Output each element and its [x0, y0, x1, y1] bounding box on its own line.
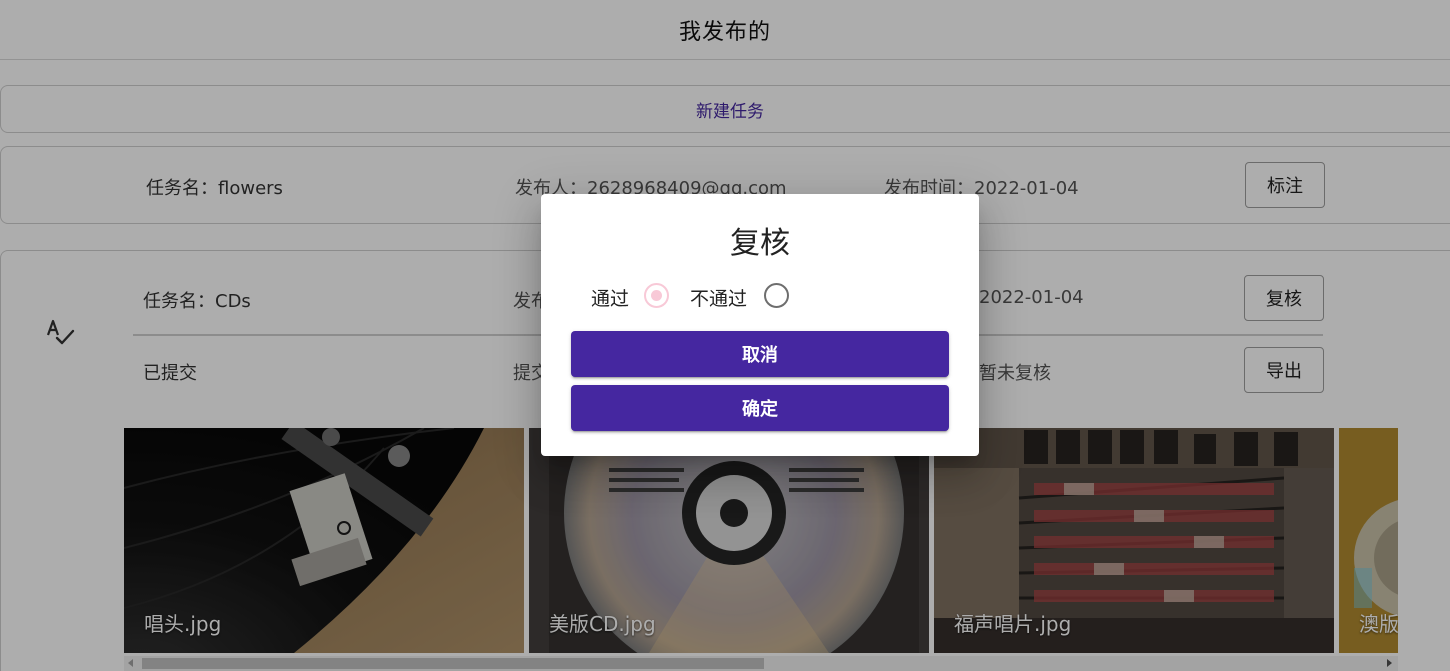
fail-radio[interactable] — [764, 283, 789, 308]
dialog-title: 复核 — [730, 226, 790, 261]
fail-label[interactable]: 不通过 — [690, 284, 747, 311]
confirm-button[interactable]: 确定 — [571, 385, 949, 431]
cancel-button[interactable]: 取消 — [571, 331, 949, 377]
app: 我发布的 新建任务 任务名：flowers 发布人：2628968409@qq.… — [0, 0, 1450, 671]
pass-radio[interactable] — [644, 283, 669, 308]
review-dialog: 复核 通过 不通过 取消 确定 — [541, 194, 979, 456]
pass-label[interactable]: 通过 — [591, 284, 629, 311]
